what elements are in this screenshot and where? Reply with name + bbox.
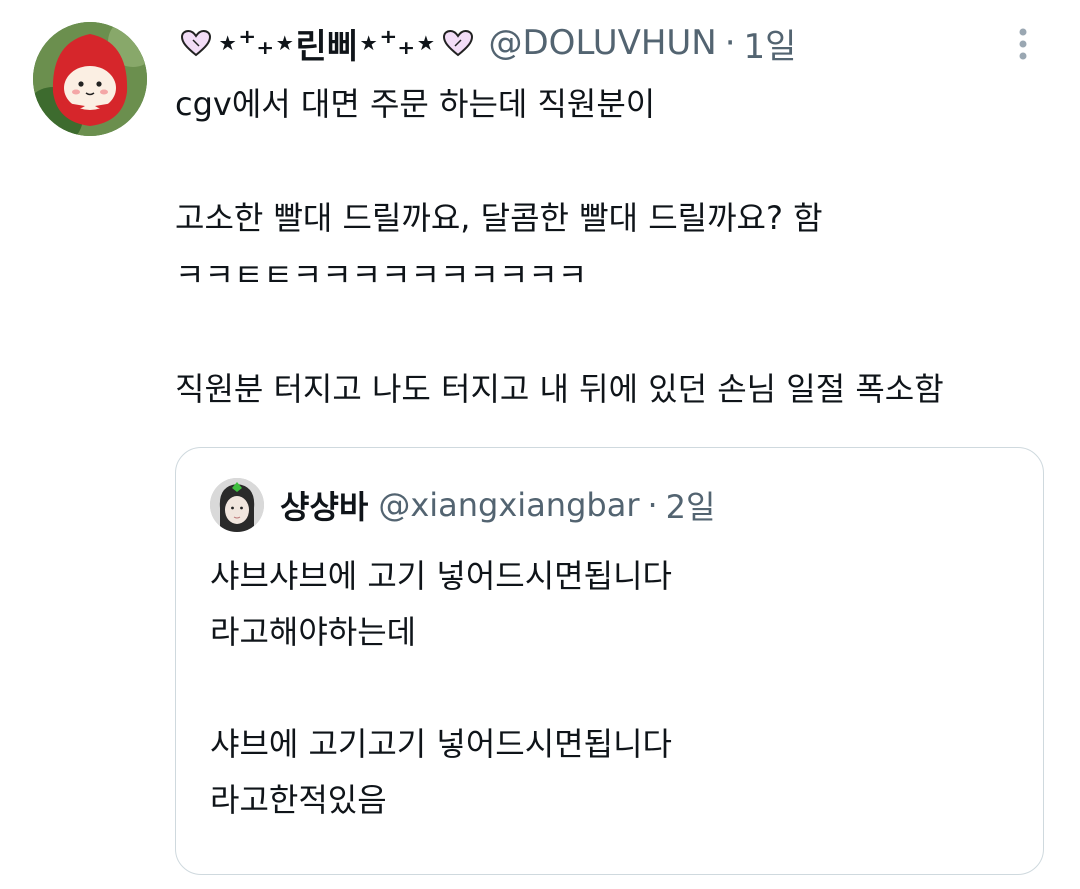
heart-icon	[180, 29, 212, 57]
quoted-timestamp[interactable]: 2일	[666, 482, 716, 528]
handle[interactable]: @DOLUVHUN	[489, 23, 717, 63]
quoted-tweet-card[interactable]: 샹샹바 @xiangxiangbar · 2일 샤브샤브에 고기 넣어드시면됩니…	[175, 447, 1044, 875]
quoted-avatar[interactable]	[210, 478, 264, 532]
timestamp[interactable]: 1일	[744, 19, 797, 68]
quoted-line: 샤브샤브에 고기 넣어드시면됩니다	[210, 557, 672, 595]
more-icon[interactable]	[1008, 24, 1038, 64]
tweet-header: ⋆⁺₊⋆ 린삐 ⋆⁺₊⋆ @DOLUVHUN · 1일	[175, 18, 796, 68]
quoted-handle[interactable]: @xiangxiangbar	[378, 486, 639, 524]
quoted-separator-dot: ·	[647, 486, 658, 524]
tweet-line: ㅋㅋㅌㅌㅋㅋㅋㅋㅋㅋㅋㅋㅋㅋ	[175, 256, 588, 294]
tweet-line: 고소한 빨대 드릴까요, 달콤한 빨대 드릴까요? 함	[175, 199, 823, 237]
tweet-text: cgv에서 대면 주문 하는데 직원분이 고소한 빨대 드릴까요, 달콤한 빨대…	[175, 76, 1055, 418]
tweet[interactable]: ⋆⁺₊⋆ 린삐 ⋆⁺₊⋆ @DOLUVHUN · 1일 cgv에서 대면 주문 …	[0, 0, 1080, 889]
quoted-line: 라고한적있음	[210, 781, 387, 819]
quoted-text: 샤브샤브에 고기 넣어드시면됩니다 라고해야하는데 샤브에 고기고기 넣어드시면…	[210, 548, 1010, 828]
display-name-suffix: ⋆⁺₊⋆	[358, 23, 437, 63]
display-name-prefix: ⋆⁺₊⋆	[217, 23, 296, 63]
tweet-line: 직원분 터지고 나도 터지고 내 뒤에 있던 손님 일절 폭소함	[175, 370, 944, 408]
quoted-line: 샤브에 고기고기 넣어드시면됩니다	[210, 725, 672, 763]
avatar[interactable]	[33, 22, 147, 136]
quoted-line: 라고해야하는데	[210, 613, 417, 651]
heart-icon	[442, 29, 473, 57]
tweet-line: cgv에서 대면 주문 하는데 직원분이	[175, 85, 656, 123]
quoted-blank-line	[210, 660, 1010, 716]
display-name[interactable]: ⋆⁺₊⋆ 린삐 ⋆⁺₊⋆	[175, 19, 479, 68]
quoted-header: 샹샹바 @xiangxiangbar · 2일	[280, 478, 715, 532]
separator-dot: ·	[724, 23, 736, 63]
quoted-display-name[interactable]: 샹샹바	[280, 482, 368, 528]
display-name-core: 린삐	[295, 26, 359, 67]
